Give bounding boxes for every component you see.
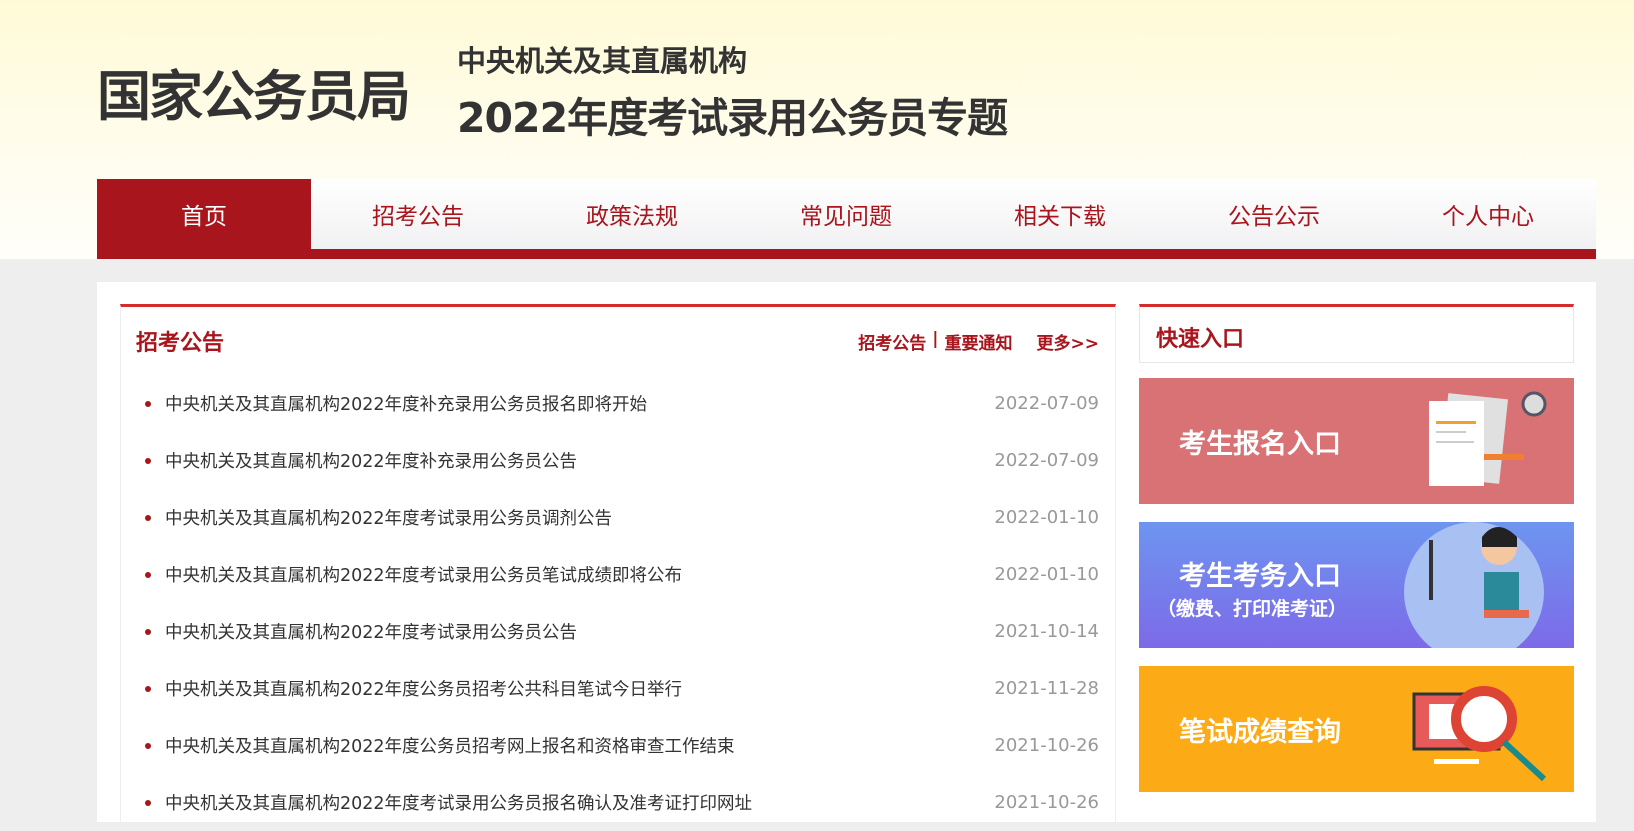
bullet-icon	[145, 457, 151, 464]
exam-affairs-entry-banner[interactable]: 考生考务入口 （缴费、打印准考证）	[1139, 522, 1574, 648]
list-item: 中央机关及其直属机构2022年度公务员招考公共科目笔试今日举行 2021-11-2…	[145, 660, 1099, 717]
notice-title: 中央机关及其直属机构2022年度考试录用公务员公告	[165, 623, 578, 643]
divider: |	[932, 329, 939, 349]
notice-title: 中央机关及其直属机构2022年度考试录用公务员调剂公告	[165, 509, 613, 529]
nav-announcements[interactable]: 公告公示	[1167, 179, 1381, 249]
nav-recruit-notices[interactable]: 招考公告	[311, 179, 525, 249]
notice-date: 2022-07-09	[994, 393, 1099, 414]
notice-link[interactable]: 中央机关及其直属机构2022年度公务员招考公共科目笔试今日举行	[145, 676, 682, 701]
nav-faq[interactable]: 常见问题	[739, 179, 953, 249]
list-item: 中央机关及其直属机构2022年度补充录用公务员报名即将开始 2022-07-09	[145, 375, 1099, 432]
notices-section: 招考公告 招考公告 | 重要通知 更多>> 中央机关及其直属机构2022年度补充…	[120, 304, 1116, 824]
notice-link[interactable]: 中央机关及其直属机构2022年度公务员招考网上报名和资格审查工作结束	[145, 733, 735, 758]
written-score-query-banner[interactable]: 笔试成绩查询	[1139, 666, 1574, 792]
content-panel: 招考公告 招考公告 | 重要通知 更多>> 中央机关及其直属机构2022年度补充…	[97, 282, 1596, 824]
main-nav: 首页 招考公告 政策法规 常见问题 相关下载 公告公示 个人中心	[97, 179, 1596, 259]
notice-title: 中央机关及其直属机构2022年度考试录用公务员报名确认及准考证打印网址	[165, 794, 753, 814]
list-item: 中央机关及其直属机构2022年度考试录用公务员笔试成绩即将公布 2022-01-1…	[145, 546, 1099, 603]
notice-date: 2021-10-26	[994, 792, 1099, 813]
notice-date: 2022-01-10	[994, 564, 1099, 585]
notice-date: 2021-10-14	[994, 621, 1099, 642]
bullet-icon	[145, 628, 151, 635]
notice-date: 2021-11-28	[994, 678, 1099, 699]
section-links: 招考公告 | 重要通知 更多>>	[858, 329, 1099, 354]
bullet-icon	[145, 799, 151, 806]
bullet-icon	[145, 571, 151, 578]
bullet-icon	[145, 742, 151, 749]
notice-date: 2022-01-10	[994, 507, 1099, 528]
header-subtitle: 中央机关及其直属机构	[457, 44, 748, 78]
notice-link[interactable]: 中央机关及其直属机构2022年度考试录用公务员调剂公告	[145, 505, 612, 530]
site-logo[interactable]: 国家公务员局	[97, 52, 411, 131]
notice-link[interactable]: 中央机关及其直属机构2022年度考试录用公务员公告	[145, 619, 577, 644]
bullet-icon	[145, 685, 151, 692]
more-link[interactable]: 更多>>	[1037, 329, 1100, 354]
notice-date: 2021-10-26	[994, 735, 1099, 756]
notice-link[interactable]: 中央机关及其直属机构2022年度补充录用公务员公告	[145, 448, 577, 473]
notice-link[interactable]: 中央机关及其直属机构2022年度考试录用公务员笔试成绩即将公布	[145, 562, 682, 587]
header-title: 2022年度考试录用公务员专题	[457, 94, 1008, 142]
notice-link[interactable]: 中央机关及其直属机构2022年度补充录用公务员报名即将开始	[145, 391, 647, 416]
banner-sublabel: （缴费、打印准考证）	[1157, 598, 1348, 620]
nav-home[interactable]: 首页	[97, 179, 311, 249]
list-item: 中央机关及其直属机构2022年度考试录用公务员报名确认及准考证打印网址 2021-…	[145, 774, 1099, 831]
registration-entry-banner[interactable]: 考生报名入口	[1139, 378, 1574, 504]
magnifier-monitor-illustration-icon	[1412, 686, 1547, 782]
document-illustration-icon	[1429, 391, 1547, 486]
notice-title: 中央机关及其直属机构2022年度考试录用公务员笔试成绩即将公布	[165, 566, 683, 586]
banner-label: 笔试成绩查询	[1179, 717, 1341, 748]
link-important-notices[interactable]: 重要通知	[945, 329, 1013, 354]
link-recruit-notices[interactable]: 招考公告	[858, 329, 926, 354]
list-item: 中央机关及其直属机构2022年度考试录用公务员调剂公告 2022-01-10	[145, 489, 1099, 546]
quick-entry-section: 快速入口 考生报名入口 考生考务入口 （缴费、打印准考证） 笔试成绩查询	[1139, 304, 1574, 792]
bullet-icon	[145, 400, 151, 407]
notice-list: 中央机关及其直属机构2022年度补充录用公务员报名即将开始 2022-07-09 中…	[145, 375, 1099, 831]
notice-title: 中央机关及其直属机构2022年度公务员招考公共科目笔试今日举行	[165, 680, 683, 700]
notice-date: 2022-07-09	[994, 450, 1099, 471]
bullet-icon	[145, 514, 151, 521]
notice-title: 中央机关及其直属机构2022年度公务员招考网上报名和资格审查工作结束	[165, 737, 735, 757]
list-item: 中央机关及其直属机构2022年度考试录用公务员公告 2021-10-14	[145, 603, 1099, 660]
nav-policies[interactable]: 政策法规	[525, 179, 739, 249]
person-computer-illustration-icon	[1404, 522, 1544, 648]
notice-link[interactable]: 中央机关及其直属机构2022年度考试录用公务员报名确认及准考证打印网址	[145, 790, 752, 815]
notice-title: 中央机关及其直属机构2022年度补充录用公务员报名即将开始	[165, 395, 648, 415]
nav-personal-center[interactable]: 个人中心	[1381, 179, 1595, 249]
nav-downloads[interactable]: 相关下载	[953, 179, 1167, 249]
banner-label: 考生考务入口	[1179, 561, 1341, 592]
banner-label: 考生报名入口	[1179, 429, 1341, 460]
list-item: 中央机关及其直属机构2022年度补充录用公务员公告 2022-07-09	[145, 432, 1099, 489]
section-title: 招考公告	[136, 331, 225, 356]
list-item: 中央机关及其直属机构2022年度公务员招考网上报名和资格审查工作结束 2021-1…	[145, 717, 1099, 774]
quick-entry-title: 快速入口	[1139, 304, 1574, 363]
notice-title: 中央机关及其直属机构2022年度补充录用公务员公告	[165, 452, 578, 472]
